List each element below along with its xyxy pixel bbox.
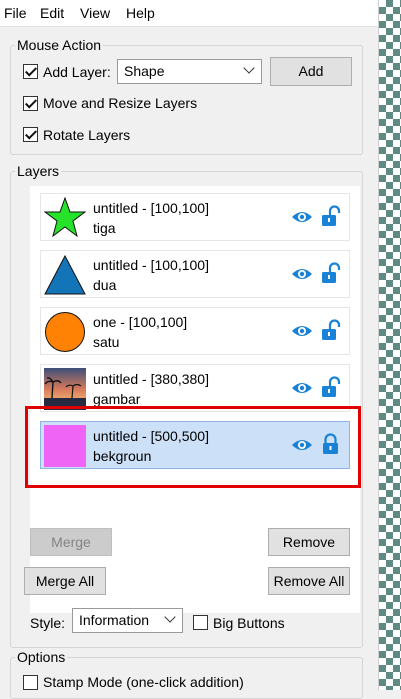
eye-icon[interactable]	[291, 379, 313, 397]
style-value: Information	[79, 612, 150, 628]
chevron-down-icon	[243, 62, 255, 74]
layer-row-dua[interactable]: untitled - [100,100] dua	[40, 250, 350, 298]
menu-help[interactable]: Help	[126, 5, 155, 21]
add-layer-checkbox[interactable]	[23, 64, 38, 79]
layer-row-gambar[interactable]: untitled - [380,380] gambar	[40, 364, 350, 412]
style-label: Style:	[30, 615, 66, 631]
layer-title: one - [100,100]	[93, 314, 188, 330]
mouse-action-title: Mouse Action	[15, 37, 104, 53]
layer-title: untitled - [380,380]	[93, 371, 209, 387]
unlocked-lock-icon[interactable]	[321, 376, 341, 398]
add-layer-label: Add Layer:	[43, 64, 111, 80]
eye-icon[interactable]	[291, 265, 313, 283]
layer-title: untitled - [100,100]	[93, 200, 209, 216]
big-buttons-checkbox[interactable]	[193, 615, 208, 630]
menu-file[interactable]: File	[4, 5, 27, 21]
orange-circle-icon	[45, 312, 85, 352]
unlocked-lock-icon[interactable]	[321, 205, 341, 227]
layer-name: satu	[93, 334, 120, 350]
sunset-photo	[44, 368, 86, 410]
add-layer-type-select[interactable]: Shape	[117, 59, 262, 84]
merge-all-button[interactable]: Merge All	[24, 567, 106, 595]
green-star-icon	[44, 197, 86, 238]
eye-icon[interactable]	[291, 322, 313, 340]
move-resize-label: Move and Resize Layers	[43, 95, 198, 111]
merge-button[interactable]: Merge	[30, 528, 112, 556]
layer-title: untitled - [100,100]	[93, 257, 209, 273]
eye-icon[interactable]	[291, 208, 313, 226]
layer-row-satu[interactable]: one - [100,100] satu	[40, 307, 350, 355]
unlocked-lock-icon[interactable]	[321, 319, 341, 341]
menu-edit[interactable]: Edit	[40, 5, 64, 21]
unlocked-lock-icon[interactable]	[321, 262, 341, 284]
layer-name: tiga	[93, 220, 116, 236]
layer-name: gambar	[93, 391, 141, 407]
rotate-layers-label: Rotate Layers	[43, 127, 131, 143]
stamp-mode-label: Stamp Mode (one-click addition)	[43, 674, 244, 690]
big-buttons-label: Big Buttons	[213, 615, 285, 631]
move-resize-checkbox[interactable]	[23, 96, 38, 111]
layer-name: dua	[93, 277, 117, 293]
canvas-checkerboard	[378, 0, 401, 690]
blue-triangle-icon	[44, 254, 86, 295]
layer-row-tiga[interactable]: untitled - [100,100] tiga	[40, 193, 350, 241]
menu-view[interactable]: View	[80, 5, 110, 21]
options-title: Options	[15, 649, 68, 665]
layers-title: Layers	[15, 163, 62, 179]
chevron-down-icon	[164, 611, 176, 623]
remove-button[interactable]: Remove	[268, 528, 350, 556]
rotate-layers-checkbox[interactable]	[23, 127, 38, 142]
style-select[interactable]: Information	[72, 608, 183, 633]
stamp-mode-checkbox[interactable]	[23, 675, 38, 690]
menu-bar: File Edit View Help	[0, 0, 378, 27]
add-layer-type-value: Shape	[124, 63, 165, 79]
add-button[interactable]: Add	[270, 57, 352, 86]
remove-all-button[interactable]: Remove All	[268, 567, 350, 595]
selection-highlight-box	[25, 406, 361, 488]
